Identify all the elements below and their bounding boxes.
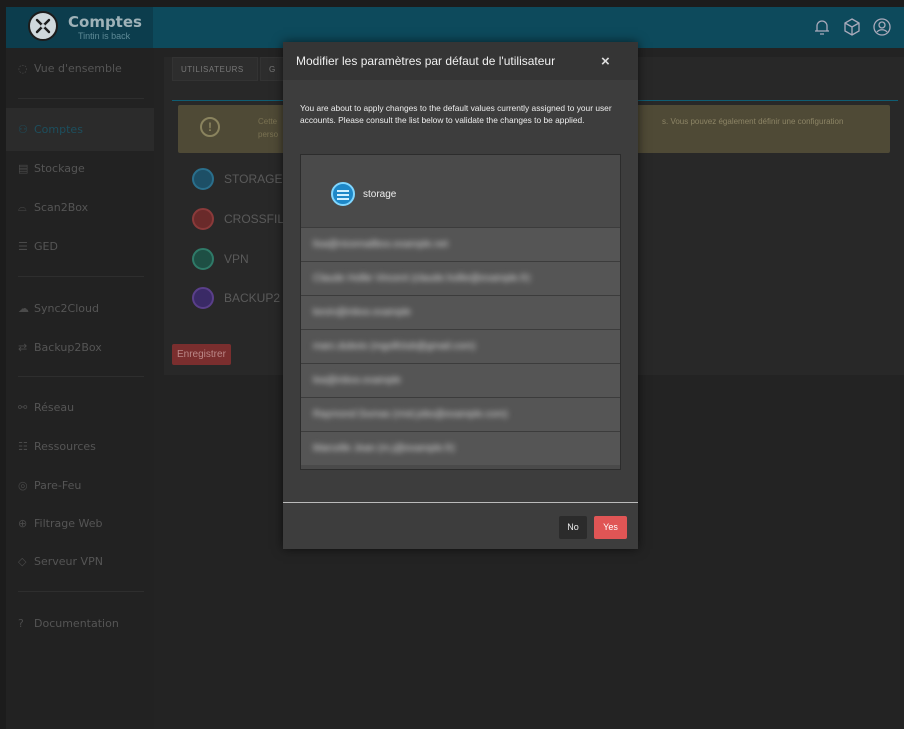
tab-utilisateurs[interactable]: UTILISATEURS (172, 57, 258, 81)
document-icon: ☰ (18, 240, 28, 253)
list-item: Claude Hollie Vincent (claude.hollie@exa… (301, 261, 620, 295)
sidebar-item-vue-ensemble[interactable]: ◌ Vue d'ensemble (18, 62, 122, 75)
storage-icon: ▤ (18, 162, 29, 175)
sidebar-item-sync2cloud[interactable]: ☁ Sync2Cloud (18, 302, 99, 315)
list-item: Raymond Dumas (rmd.jobs@example.com) (301, 397, 620, 431)
alert-text: s. Vous pouvez également définir une con… (662, 117, 844, 126)
list-item: kevin@inbox.example (301, 295, 620, 329)
app-logo-area: Comptes Tintin is back (6, 7, 153, 48)
help-icon: ? (18, 617, 24, 630)
sidebar-divider (18, 276, 144, 277)
shield-icon: ◇ (18, 555, 27, 568)
storage-icon (331, 182, 355, 206)
bell-icon[interactable] (812, 17, 832, 37)
cloud-icon: ☁ (18, 302, 29, 315)
sidebar-divider (18, 376, 144, 377)
sidebar-item-pare-feu[interactable]: ◎ Pare-Feu (18, 479, 81, 492)
network-icon: ⚯ (18, 401, 28, 414)
list-item: Marcelle Jean (m.j@example.fr) (301, 431, 620, 465)
tools-icon (28, 11, 58, 41)
sidebar-item-comptes[interactable]: ⚇ Comptes (18, 123, 83, 136)
close-icon[interactable]: × (601, 53, 610, 70)
yes-button[interactable]: Yes (594, 516, 627, 539)
list-item: lea@inbox.example (301, 363, 620, 397)
sidebar-item-ged[interactable]: ☰ GED (18, 240, 58, 253)
vpn-service-icon (192, 248, 214, 270)
alert-text: Cette (258, 117, 278, 126)
sidebar-item-backup2box[interactable]: ⇄ Backup2Box (18, 341, 102, 354)
sidebar-item-serveur-vpn[interactable]: ◇ Serveur VPN (18, 555, 103, 568)
sidebar-item-documentation[interactable]: ? Documentation (18, 617, 119, 630)
sidebar: ◌ Vue d'ensemble ⚇ Comptes ▤ Stockage ⌓ Scan… (6, 48, 154, 729)
sidebar-item-reseau[interactable]: ⚯ Réseau (18, 401, 74, 414)
sidebar-divider (18, 98, 144, 99)
box-icon[interactable] (842, 17, 862, 37)
dialog-title: Modifier les paramètres par défaut de l'… (296, 54, 556, 68)
dialog-divider (283, 502, 638, 503)
user-account-icon[interactable] (872, 17, 892, 37)
storage-service-icon (192, 168, 214, 190)
backup-icon: ⇄ (18, 341, 28, 354)
list-item: marc.dubois (mgolfclub@gmail.com) (301, 329, 620, 363)
backup-service-icon (192, 287, 214, 309)
service-header: storage (301, 155, 620, 227)
changes-list: storage lisa@nicemailbox.example.net Cla… (300, 154, 621, 470)
sidebar-item-stockage[interactable]: ▤ Stockage (18, 162, 85, 175)
user-rows: lisa@nicemailbox.example.net Claude Holl… (301, 227, 620, 465)
alert-text: perso (258, 130, 279, 139)
warning-icon: ! (200, 117, 220, 137)
page-title: Comptes (68, 13, 142, 31)
resources-icon: ☷ (18, 440, 28, 453)
crossfil-service-icon (192, 208, 214, 230)
dialog-message: You are about to apply changes to the de… (300, 103, 612, 125)
save-button[interactable]: Enregistrer (172, 344, 231, 365)
dialog-header: Modifier les paramètres par défaut de l'… (283, 42, 638, 80)
page-top-strip (6, 0, 904, 7)
scan-icon: ⌓ (18, 201, 27, 214)
sidebar-item-filtrage-web[interactable]: ⊕ Filtrage Web (18, 517, 102, 530)
page-subtitle: Tintin is back (78, 31, 131, 41)
firewall-icon: ◎ (18, 479, 28, 492)
confirm-dialog: Modifier les paramètres par défaut de l'… (283, 42, 638, 549)
globe-icon: ⊕ (18, 517, 28, 530)
no-button[interactable]: No (559, 516, 587, 539)
service-name: storage (363, 189, 397, 200)
list-item: lisa@nicemailbox.example.net (301, 227, 620, 261)
users-icon: ⚇ (18, 123, 28, 136)
sidebar-item-ressources[interactable]: ☷ Ressources (18, 440, 96, 453)
sidebar-divider (18, 591, 144, 592)
sidebar-item-scan2box[interactable]: ⌓ Scan2Box (18, 201, 88, 215)
dashboard-icon: ◌ (18, 62, 28, 75)
